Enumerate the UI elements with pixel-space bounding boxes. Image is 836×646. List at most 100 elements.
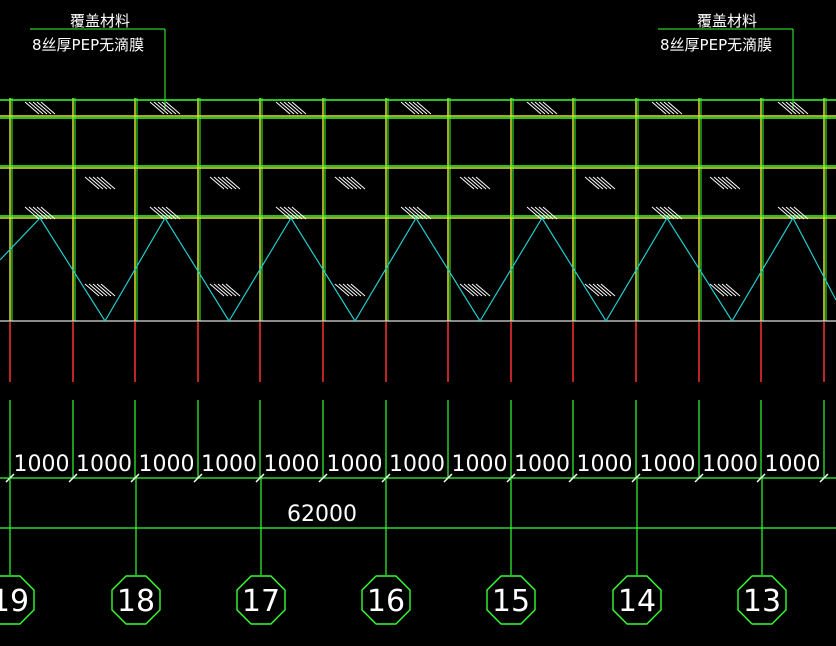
glazing-hatches xyxy=(24,101,809,297)
hatch-stroke xyxy=(334,283,350,297)
hatch-stroke xyxy=(28,206,44,220)
annotation-title: 覆盖材料 xyxy=(697,12,757,30)
hatch-stroke xyxy=(40,206,56,220)
hatch-stroke xyxy=(400,101,416,115)
hatch-stroke xyxy=(530,101,546,115)
hatch-stroke xyxy=(32,101,48,115)
hatch-stroke xyxy=(596,283,612,297)
hatch-stroke xyxy=(287,206,303,220)
hatch-stroke xyxy=(655,206,671,220)
hatch-stroke xyxy=(100,283,116,297)
hatch-stroke xyxy=(526,101,542,115)
hatch-stroke xyxy=(96,176,112,190)
hatch-stroke xyxy=(88,283,104,297)
hatch-stroke xyxy=(24,206,40,220)
dimension-value: 1000 xyxy=(640,452,696,477)
annotation-title: 覆盖材料 xyxy=(70,12,130,30)
hatch-stroke xyxy=(408,101,424,115)
hatch-stroke xyxy=(209,176,225,190)
hatch-stroke xyxy=(346,283,362,297)
hatch-stroke xyxy=(279,206,295,220)
hatch-stroke xyxy=(667,101,683,115)
hatch-stroke xyxy=(467,283,483,297)
hatch-stroke xyxy=(459,283,475,297)
hatch-stroke xyxy=(721,283,737,297)
hatch-stroke xyxy=(350,176,366,190)
hatch-stroke xyxy=(781,206,797,220)
hatch-stroke xyxy=(100,176,116,190)
hatch-stroke xyxy=(161,206,177,220)
hatch-stroke xyxy=(291,101,307,115)
hatch-stroke xyxy=(161,101,177,115)
hatch-stroke xyxy=(663,206,679,220)
dimension-value: 1000 xyxy=(452,452,508,477)
axis-label: 18 xyxy=(117,584,155,619)
hatch-stroke xyxy=(40,101,56,115)
hatch-stroke xyxy=(28,101,44,115)
hatch-stroke xyxy=(149,101,165,115)
truss-line xyxy=(0,216,836,323)
dimension-value: 1000 xyxy=(765,452,821,477)
hatch-stroke xyxy=(471,176,487,190)
hatch-stroke xyxy=(713,283,729,297)
hatch-stroke xyxy=(659,101,675,115)
hatch-stroke xyxy=(534,101,550,115)
hatch-stroke xyxy=(153,101,169,115)
dimension-value: 1000 xyxy=(327,452,383,477)
hatch-stroke xyxy=(651,206,667,220)
hatch-stroke xyxy=(275,206,291,220)
hatch-stroke xyxy=(165,206,181,220)
hatch-stroke xyxy=(471,283,487,297)
truss-zigzag xyxy=(0,216,836,323)
hatch-stroke xyxy=(412,206,428,220)
annotation-subtitle: 8丝厚PEP无滴膜 xyxy=(660,36,772,54)
hatch-stroke xyxy=(225,283,241,297)
hatch-stroke xyxy=(538,101,554,115)
hatch-stroke xyxy=(334,176,350,190)
hatch-stroke xyxy=(777,206,793,220)
hatch-stroke xyxy=(350,283,366,297)
hatch-stroke xyxy=(342,176,358,190)
axis-bubbles: 19 18 17 16 15 14 13 xyxy=(0,478,787,625)
hatch-stroke xyxy=(596,176,612,190)
hatch-stroke xyxy=(725,176,741,190)
hatch-stroke xyxy=(592,176,608,190)
hatch-stroke xyxy=(92,283,108,297)
hatch-stroke xyxy=(793,101,809,115)
dimension-value: 1000 xyxy=(201,452,257,477)
hatch-stroke xyxy=(463,176,479,190)
hatch-stroke xyxy=(651,101,667,115)
annotation-left: 覆盖材料 8丝厚PEP无滴膜 xyxy=(30,12,166,110)
dimension-value: 1000 xyxy=(264,452,320,477)
hatch-stroke xyxy=(225,176,241,190)
frame-posts xyxy=(9,98,827,321)
hatch-stroke xyxy=(221,176,237,190)
hatch-stroke xyxy=(342,283,358,297)
hatch-stroke xyxy=(526,206,542,220)
hatch-stroke xyxy=(149,206,165,220)
hatch-stroke xyxy=(36,101,52,115)
total-dimension-label: 62000 xyxy=(287,502,357,527)
hatch-stroke xyxy=(789,101,805,115)
hatch-stroke xyxy=(717,176,733,190)
axis-label: 14 xyxy=(618,584,656,619)
axis-label: 19 xyxy=(0,584,29,619)
hatch-stroke xyxy=(459,176,475,190)
hatch-stroke xyxy=(338,176,354,190)
hatch-stroke xyxy=(84,176,100,190)
hatch-stroke xyxy=(475,283,491,297)
hatch-stroke xyxy=(400,206,416,220)
hatch-stroke xyxy=(412,101,428,115)
hatch-stroke xyxy=(600,283,616,297)
hatch-stroke xyxy=(416,206,432,220)
dimension-value: 1000 xyxy=(76,452,132,477)
axis-label: 15 xyxy=(492,584,530,619)
hatch-stroke xyxy=(542,101,558,115)
hatch-stroke xyxy=(404,206,420,220)
hatch-stroke xyxy=(217,176,233,190)
hatch-stroke xyxy=(275,101,291,115)
hatch-stroke xyxy=(709,176,725,190)
hatch-stroke xyxy=(721,176,737,190)
hatch-stroke xyxy=(291,206,307,220)
hatch-stroke xyxy=(725,283,741,297)
